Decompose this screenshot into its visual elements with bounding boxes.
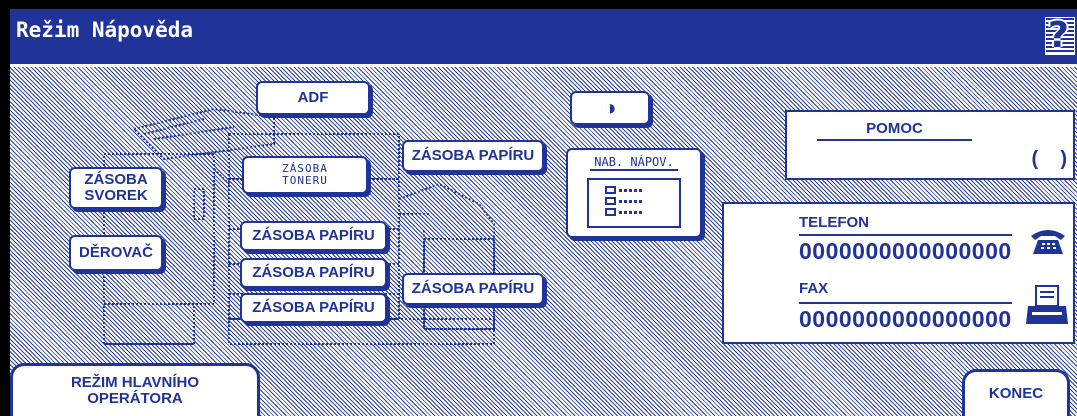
question-mark-icon[interactable]: ? [1045,15,1075,56]
help-call-button[interactable]: NAB. NÁPOV. [566,148,702,238]
help-call-label: NAB. NÁPOV. [590,156,678,171]
main-operator-line2: OPERÁTORA [87,390,183,407]
screen-title: Režim Nápověda [16,18,194,42]
paper-supply-button-3[interactable]: ZÁSOBA PAPÍRU [240,293,387,323]
main-operator-line1: REŽIM HLAVNÍHO [70,374,200,392]
title-bar: Režim Nápověda ? [10,9,1077,67]
adf-button[interactable]: ADF [256,81,370,115]
staple-supply-line2: SVOREK [84,187,148,204]
paper-supply-button-1[interactable]: ZÁSOBA PAPÍRU [240,221,387,251]
paper-supply-button-right-bottom[interactable]: ZÁSOBA PAPÍRU [402,273,544,305]
staple-supply-line1: ZÁSOBA [84,171,148,189]
keypad-panel-icon [587,177,681,228]
telephone-icon [1031,230,1065,254]
telefon-value: 0000000000000000 [799,234,1012,265]
contrast-icon: ◑ [603,95,617,121]
paper-supply-button-2[interactable]: ZÁSOBA PAPÍRU [240,258,387,288]
fax-machine-icon [1026,285,1068,324]
help-mode-screen: Režim Nápověda ? ADF ZÁSOBA TONERU ZÁSOB… [10,9,1077,416]
staple-supply-button[interactable]: ZÁSOBA SVOREK [69,167,163,209]
contrast-button[interactable]: ◑ [570,91,650,125]
pomoc-label: POMOC [817,120,972,141]
paper-supply-button-right-top[interactable]: ZÁSOBA PAPÍRU [402,140,544,172]
fax-value: 0000000000000000 [799,302,1012,333]
konec-button[interactable]: KONEC [962,369,1070,416]
pomoc-paren: ( ) [1031,148,1067,170]
contact-panel: TELEFON 0000000000000000 FAX 00000000000… [722,202,1075,344]
toner-supply-line2: TONERU [282,174,328,187]
main-operator-mode-button[interactable]: REŽIM HLAVNÍHO OPERÁTORA [10,363,260,416]
telefon-label: TELEFON [799,214,869,231]
pomoc-panel: POMOC ( ) [785,110,1075,180]
fax-label: FAX [799,280,829,297]
toner-supply-button[interactable]: ZÁSOBA TONERU [242,156,368,194]
puncher-button[interactable]: DĚROVAČ [69,235,163,271]
